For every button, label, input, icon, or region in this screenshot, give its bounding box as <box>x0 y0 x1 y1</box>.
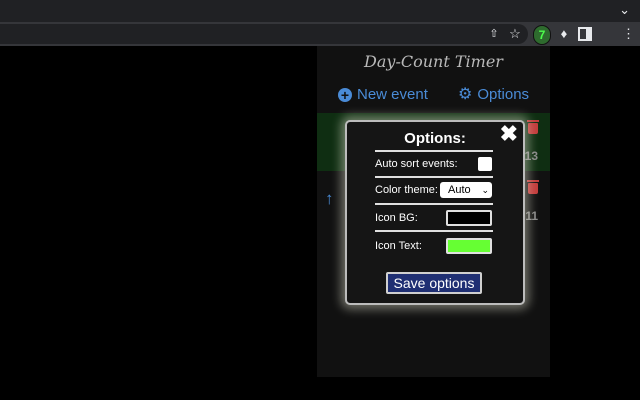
icon-text-label: Icon Text: <box>375 240 422 252</box>
gear-icon: ⚙ <box>458 85 473 103</box>
auto-sort-label: Auto sort events: <box>375 158 458 170</box>
trash-icon[interactable] <box>527 120 539 134</box>
color-theme-value: Auto <box>448 184 471 196</box>
icon-text-color-picker[interactable] <box>446 238 492 254</box>
plus-circle-icon: + <box>338 87 352 102</box>
new-event-label: New event <box>357 86 428 103</box>
chevron-down-icon[interactable]: ⌄ <box>619 2 630 18</box>
modal-title: Options: <box>404 130 466 147</box>
divider <box>375 150 493 152</box>
browser-titlebar: ⌄ <box>0 0 640 22</box>
day-count-extension-icon[interactable]: 7 <box>533 25 551 45</box>
event-day-count: 11 <box>525 209 538 223</box>
new-event-button[interactable]: + New event <box>338 86 428 103</box>
arrow-up-icon[interactable]: ↑ <box>325 189 334 209</box>
divider <box>375 230 493 232</box>
side-panel-icon[interactable] <box>578 27 592 41</box>
divider <box>375 176 493 178</box>
icon-bg-label: Icon BG: <box>375 212 418 224</box>
icon-bg-color-picker[interactable] <box>446 210 492 226</box>
options-label: Options <box>477 86 530 103</box>
divider <box>375 203 493 205</box>
share-icon[interactable]: ⇧ <box>486 26 502 42</box>
extensions-puzzle-icon[interactable]: ♦ <box>556 26 572 42</box>
options-modal: ✖ Options: Auto sort events: Color theme… <box>345 120 525 305</box>
chevron-down-icon: ⌄ <box>481 185 489 195</box>
options-button[interactable]: ⚙ Options <box>458 86 529 103</box>
trash-icon[interactable] <box>527 180 539 194</box>
browser-menu-icon[interactable]: ⋮ <box>622 26 635 42</box>
app-title: Day-Count Timer <box>364 52 503 71</box>
address-bar[interactable] <box>0 24 528 44</box>
bookmark-star-icon[interactable]: ☆ <box>507 26 523 42</box>
browser-toolbar: ⇧ ☆ 7 ♦ ⋮ <box>0 22 640 46</box>
auto-sort-checkbox[interactable] <box>478 157 492 171</box>
color-theme-select[interactable]: Auto ⌄ <box>440 182 492 198</box>
save-options-button[interactable]: Save options <box>386 272 482 294</box>
color-theme-label: Color theme: <box>375 184 438 196</box>
event-day-count: 13 <box>524 149 538 163</box>
